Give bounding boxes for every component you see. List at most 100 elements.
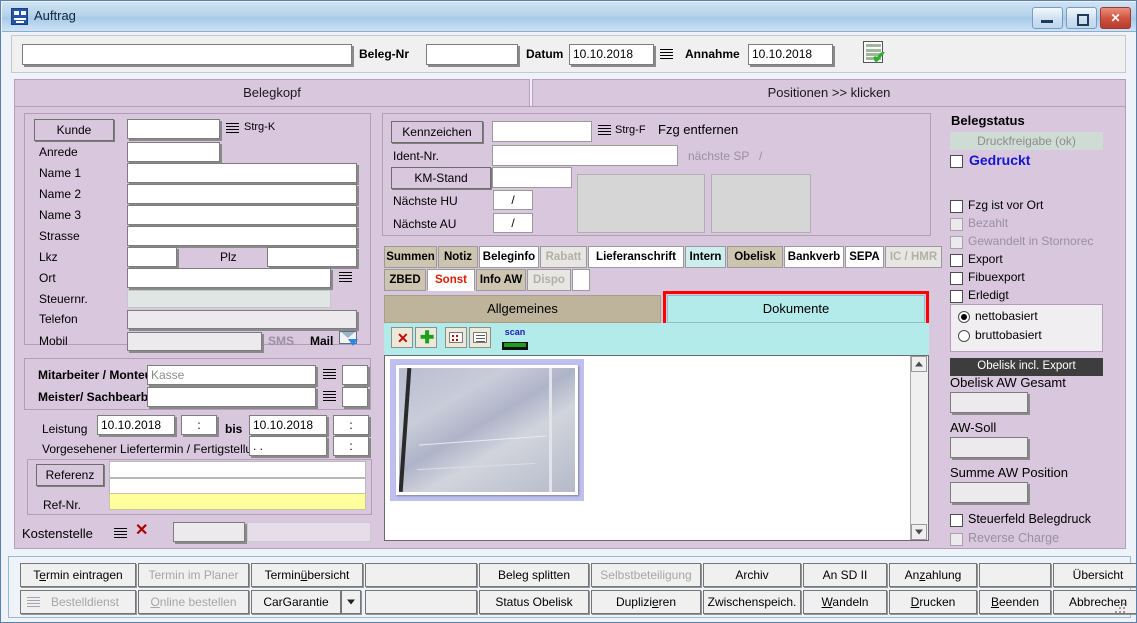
button-archiv[interactable]: Archiv xyxy=(703,563,801,587)
naechste-au-input[interactable]: / xyxy=(493,213,533,233)
clear-x-icon[interactable]: ✕ xyxy=(135,523,148,539)
leistung-from-input[interactable]: 10.10.2018 xyxy=(97,415,175,435)
subtab-sepa[interactable]: SEPA xyxy=(845,246,884,268)
kennzeichen-button[interactable]: Kennzeichen xyxy=(391,121,483,143)
leistung-from-time-input[interactable]: : xyxy=(181,415,217,435)
mobil-input[interactable] xyxy=(127,332,262,351)
list-menu-icon[interactable] xyxy=(339,272,352,284)
meister-code-input[interactable] xyxy=(342,387,368,407)
header-main-input[interactable] xyxy=(22,44,352,65)
button-termin-eintragen[interactable]: Termin eintragen xyxy=(20,563,136,587)
documents-list[interactable] xyxy=(384,355,929,541)
mail-label[interactable]: Mail xyxy=(310,334,333,348)
subtab-obelisk[interactable]: Obelisk xyxy=(727,246,783,268)
checkbox-fibuexport[interactable] xyxy=(950,272,963,285)
delete-document-icon[interactable]: ✕ xyxy=(391,327,413,348)
list-menu-icon[interactable] xyxy=(323,369,336,381)
mitarbeiter-code-input[interactable] xyxy=(342,365,368,385)
km-stand-input[interactable] xyxy=(492,167,572,188)
obelisk-incl-export-bar[interactable]: Obelisk incl. Export xyxy=(950,358,1103,376)
subtab-summen[interactable]: Summen xyxy=(384,246,437,268)
name3-input[interactable] xyxy=(127,205,357,225)
list-menu-icon[interactable] xyxy=(598,125,611,137)
mail-icon[interactable] xyxy=(339,331,358,346)
liefertermin-input[interactable]: . . xyxy=(249,436,327,456)
aw-field-input[interactable] xyxy=(950,482,1028,503)
radio-nettobasiert[interactable] xyxy=(958,311,970,323)
button-terminübersicht[interactable]: Terminübersicht xyxy=(251,563,363,587)
list-menu-icon[interactable] xyxy=(660,49,673,61)
button-cargarantie[interactable]: CarGarantie xyxy=(251,590,341,614)
tab-belegkopf[interactable]: Belegkopf xyxy=(14,79,530,107)
liefertermin-time-input[interactable]: : xyxy=(333,436,369,456)
beleg-nr-input[interactable] xyxy=(426,44,518,65)
scroll-up-icon[interactable] xyxy=(911,356,927,372)
list-menu-icon[interactable] xyxy=(226,123,239,135)
button-blank-3[interactable] xyxy=(365,590,477,614)
checkbox-export[interactable] xyxy=(950,254,963,267)
telefon-input[interactable] xyxy=(127,310,357,329)
kostenstelle-input[interactable] xyxy=(173,522,245,542)
subtab-info-aw[interactable]: Info AW xyxy=(476,269,526,291)
button-blank-9[interactable] xyxy=(979,563,1051,587)
subtab-blank[interactable] xyxy=(572,269,590,291)
thumbnail-view-icon[interactable] xyxy=(445,327,467,348)
anrede-input[interactable] xyxy=(127,142,220,162)
button-status-obelisk[interactable]: Status Obelisk xyxy=(479,590,589,614)
checkbox-steuerfeld-belegdruck[interactable] xyxy=(950,514,963,527)
ident-input[interactable] xyxy=(492,145,678,166)
checkbox-fzg-ist-vor-ort[interactable] xyxy=(950,200,963,213)
allgemeines-header[interactable]: Allgemeines xyxy=(384,295,661,323)
name2-input[interactable] xyxy=(127,184,357,204)
button-anzahlung[interactable]: Anzahlung xyxy=(889,563,977,587)
referenz-input-line1[interactable] xyxy=(109,461,366,478)
plz-input[interactable] xyxy=(267,247,357,267)
button-wandeln[interactable]: Wandeln xyxy=(803,590,887,614)
button-an-sd-ii[interactable]: An SD II xyxy=(803,563,887,587)
subtab-intern[interactable]: Intern xyxy=(685,246,726,268)
gedruckt-checkbox[interactable] xyxy=(950,155,963,168)
strasse-input[interactable] xyxy=(127,226,357,246)
mitarbeiter-input[interactable]: Kasse xyxy=(147,365,316,385)
subtab-notiz[interactable]: Notiz xyxy=(438,246,478,268)
meister-input[interactable] xyxy=(147,387,316,407)
scroll-down-icon[interactable] xyxy=(911,524,927,540)
aw-field-input[interactable] xyxy=(950,392,1028,413)
document-thumbnail[interactable] xyxy=(390,359,584,501)
close-icon[interactable]: ✕ xyxy=(1100,7,1131,29)
button-zwischenspeich[interactable]: Zwischenspeich. xyxy=(703,590,801,614)
list-menu-icon[interactable] xyxy=(114,528,127,540)
kennzeichen-input[interactable] xyxy=(492,121,592,142)
ort-input[interactable] xyxy=(127,268,331,288)
list-menu-icon[interactable] xyxy=(323,391,336,403)
chevron-down-icon[interactable] xyxy=(341,590,361,614)
datum-input[interactable]: 10.10.2018 xyxy=(569,44,654,65)
subtab-bankverb[interactable]: Bankverb xyxy=(784,246,844,268)
kunde-button[interactable]: Kunde xyxy=(34,119,114,141)
refnr-input[interactable] xyxy=(109,493,366,510)
maximize-icon[interactable] xyxy=(1066,7,1097,29)
documents-scrollbar[interactable] xyxy=(910,356,928,540)
subtab-beleginfo[interactable]: Beleginfo xyxy=(479,246,539,268)
subtab-lieferanschrift[interactable]: Lieferanschrift xyxy=(588,246,684,268)
minimize-icon[interactable] xyxy=(1032,7,1063,29)
referenz-input-line2[interactable] xyxy=(109,478,366,494)
sms-label[interactable]: SMS xyxy=(268,334,294,348)
tab-positionen[interactable]: Positionen >> klicken xyxy=(532,79,1126,107)
referenz-button[interactable]: Referenz xyxy=(36,464,104,486)
aw-field-input[interactable] xyxy=(950,437,1028,458)
list-view-icon[interactable] xyxy=(469,327,491,348)
button-beleg-splitten[interactable]: Beleg splitten xyxy=(479,563,589,587)
leistung-to-input[interactable]: 10.10.2018 xyxy=(249,415,327,435)
resize-grip[interactable] xyxy=(1115,603,1127,615)
steuernr-input[interactable] xyxy=(127,290,331,308)
button-beenden[interactable]: Beenden xyxy=(979,590,1051,614)
kunde-input[interactable] xyxy=(127,119,220,139)
lkz-input[interactable] xyxy=(127,247,177,267)
button-duplizieren[interactable]: Duplizieren xyxy=(591,590,701,614)
naechste-hu-input[interactable]: / xyxy=(493,190,533,210)
dokumente-header[interactable]: Dokumente xyxy=(667,295,925,323)
button-drucken[interactable]: Drucken xyxy=(889,590,977,614)
name1-input[interactable] xyxy=(127,163,357,183)
add-document-icon[interactable]: ✚ xyxy=(415,327,437,348)
